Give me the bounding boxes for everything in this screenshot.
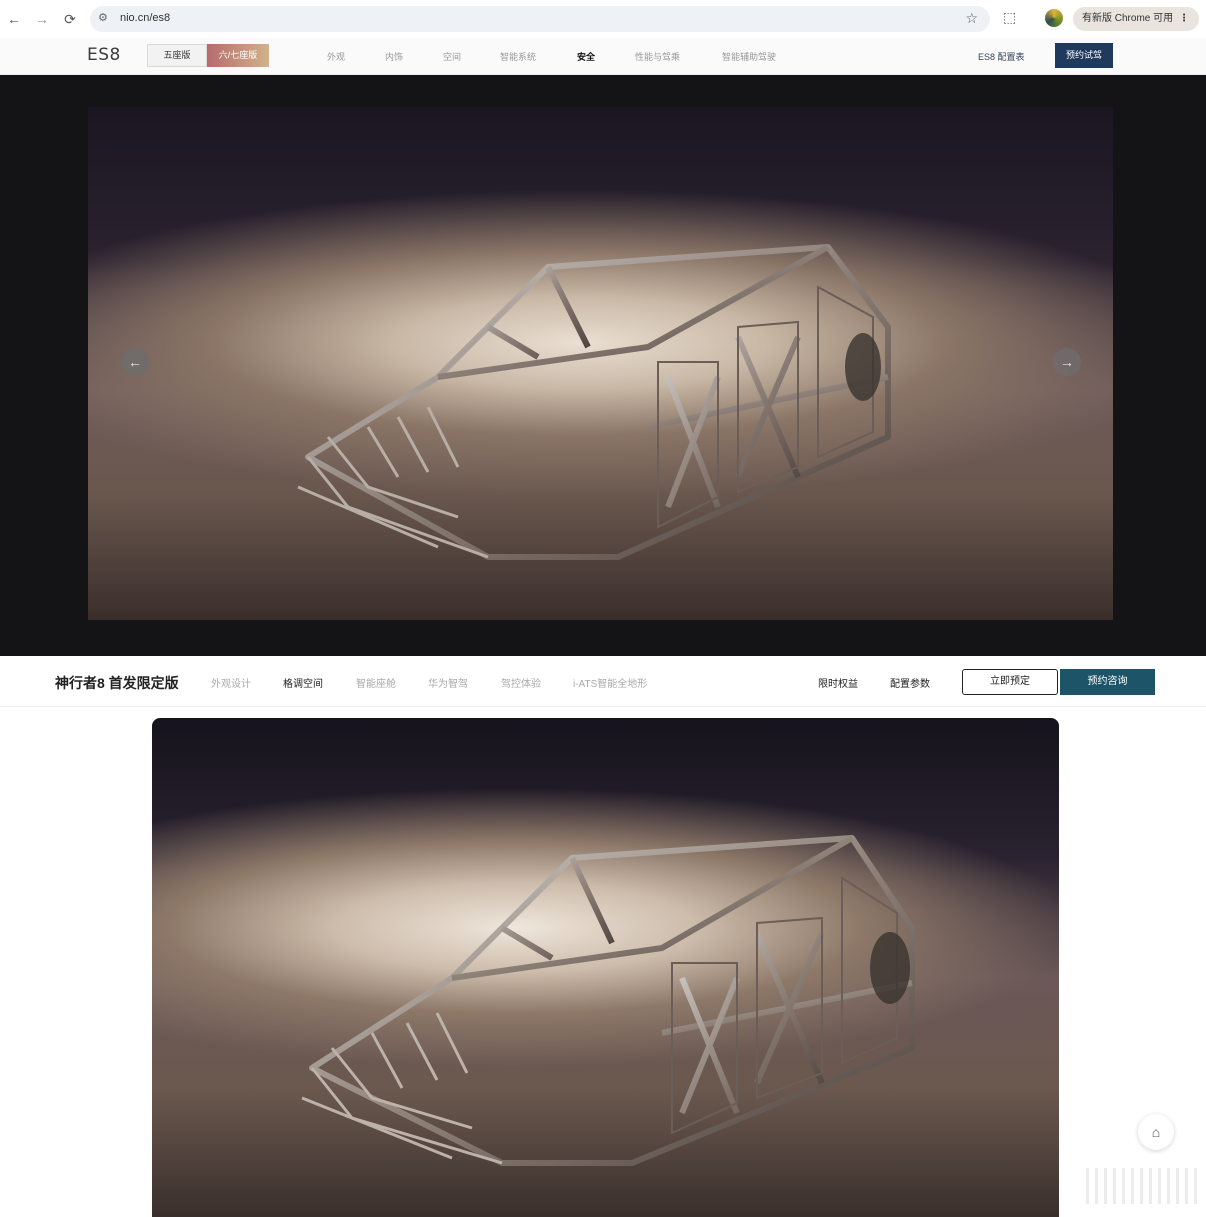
tab-five-seat[interactable]: 五座版 <box>147 44 207 67</box>
chevron-right-icon[interactable]: → <box>1053 348 1081 376</box>
book-consultation-button[interactable]: 预约咨询 <box>1060 669 1155 695</box>
site-header: ES8 五座版 六/七座版 外观 内饰 空间 智能系统 安全 性能与驾乘 智能辅… <box>0 38 1206 75</box>
config-sheet-link[interactable]: ES8 配置表 <box>978 50 1025 63</box>
tab-six-seven-seat[interactable]: 六/七座版 <box>207 44 269 67</box>
address-bar[interactable]: ⚙ nio.cn/es8 ☆ <box>90 6 990 32</box>
reload-icon[interactable]: ⟳ <box>60 9 80 29</box>
chat-icon[interactable]: ⌂ <box>1138 1114 1174 1150</box>
chrome-update-button[interactable]: 有新版 Chrome 可用 ⋮ <box>1073 7 1199 31</box>
es8-logo[interactable]: ES8 <box>87 45 121 65</box>
browser-toolbar: ← → ⟳ ⚙ nio.cn/es8 ☆ ⬚ 有新版 Chrome 可用 ⋮ <box>0 0 1206 39</box>
reserve-now-button[interactable]: 立即预定 <box>962 669 1058 695</box>
config-params-link[interactable]: 配置参数 <box>890 675 930 690</box>
site-info-icon[interactable]: ⚙ <box>98 11 108 24</box>
profile-avatar[interactable] <box>1045 9 1063 27</box>
chevron-left-icon[interactable]: ← <box>121 348 149 376</box>
subnav-styled-space[interactable]: 格调空间 <box>283 675 323 690</box>
nav-item-space[interactable]: 空间 <box>443 50 461 63</box>
hero-image-bottom <box>152 718 1059 1217</box>
subnav-driving-experience[interactable]: 驾控体验 <box>501 675 541 690</box>
nav-item-performance[interactable]: 性能与驾乘 <box>635 50 680 63</box>
nav-item-safety[interactable]: 安全 <box>577 50 595 63</box>
hero-section-top: ← → <box>0 75 1206 656</box>
subnav-i-ats-terrain[interactable]: i-ATS智能全地形 <box>573 675 647 690</box>
hero-image-top <box>88 107 1113 620</box>
menu-dots-icon[interactable]: ⋮ <box>1179 7 1189 31</box>
subnav-exterior-design[interactable]: 外观设计 <box>211 675 251 690</box>
limited-offers-link[interactable]: 限时权益 <box>818 675 858 690</box>
extensions-icon[interactable]: ⬚ <box>1003 9 1016 26</box>
watermark-overlay <box>1080 1168 1198 1204</box>
car-body-frame-image <box>297 244 891 560</box>
nav-item-exterior[interactable]: 外观 <box>327 50 345 63</box>
arrow-right-icon[interactable]: → <box>32 9 52 29</box>
subnav-huawei-driving[interactable]: 华为智驾 <box>428 675 468 690</box>
arrow-left-icon[interactable]: ← <box>4 9 24 29</box>
car-body-frame-image <box>301 835 915 1166</box>
subnav-smart-cockpit[interactable]: 智能座舱 <box>356 675 396 690</box>
product-subnav: 神行者8 首发限定版 外观设计 格调空间 智能座舱 华为智驾 驾控体验 i-AT… <box>0 656 1206 707</box>
nav-item-assisted-driving[interactable]: 智能辅助驾驶 <box>722 50 776 63</box>
star-icon[interactable]: ☆ <box>965 10 978 27</box>
update-label: 有新版 Chrome 可用 <box>1082 13 1174 24</box>
nav-item-interior[interactable]: 内饰 <box>385 50 403 63</box>
url-text[interactable]: nio.cn/es8 <box>120 12 170 24</box>
book-test-drive-button[interactable]: 预约试驾 <box>1055 43 1113 68</box>
product-title: 神行者8 首发限定版 <box>55 675 179 691</box>
nav-item-smart-system[interactable]: 智能系统 <box>500 50 536 63</box>
